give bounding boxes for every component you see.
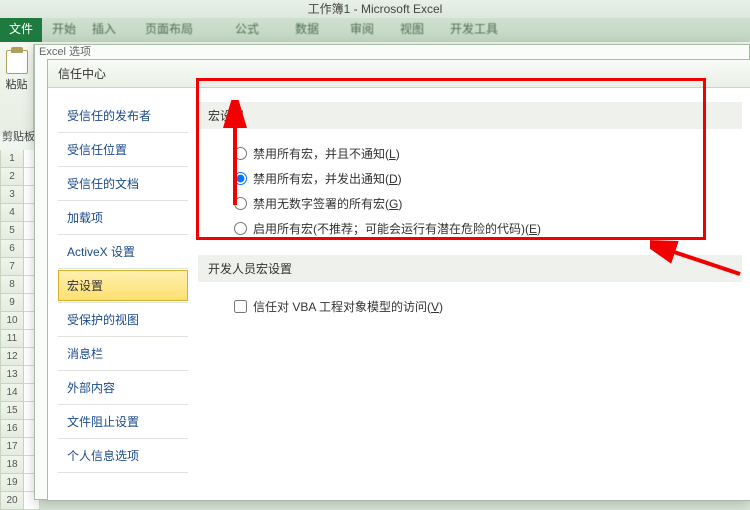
trust-vba-label: 信任对 VBA 工程对象模型的访问(V)	[253, 298, 443, 315]
nav-item-8[interactable]: 外部内容	[58, 372, 188, 403]
macro-settings-header: 宏设置	[198, 102, 742, 129]
ribbon-tab[interactable]: 插入	[92, 20, 116, 40]
ribbon-tab[interactable]: 审阅	[350, 20, 374, 40]
nav-item-7[interactable]: 消息栏	[58, 338, 188, 369]
developer-macro-header: 开发人员宏设置	[198, 255, 742, 282]
ribbon-tab[interactable]: 开始	[52, 20, 76, 40]
nav-item-0[interactable]: 受信任的发布者	[58, 100, 188, 131]
macro-label-2: 禁用无数字签署的所有宏(G)	[253, 195, 402, 212]
ribbon-tab[interactable]: 视图	[400, 20, 424, 40]
nav-item-3[interactable]: 加载项	[58, 202, 188, 233]
nav-item-6[interactable]: 受保护的视图	[58, 304, 188, 335]
ribbon-tab[interactable]: 公式	[235, 20, 259, 40]
trust-center-title: 信任中心	[48, 60, 750, 88]
trust-center-nav: 受信任的发布者受信任位置受信任的文档加载项ActiveX 设置宏设置受保护的视图…	[58, 100, 188, 474]
ribbon-tab[interactable]: 数据	[295, 20, 319, 40]
nav-item-2[interactable]: 受信任的文档	[58, 168, 188, 199]
file-tab[interactable]: 文件	[0, 18, 42, 42]
app-title-bar: 工作簿1 - Microsoft Excel	[0, 0, 750, 18]
nav-item-1[interactable]: 受信任位置	[58, 134, 188, 165]
macro-radio-3[interactable]	[234, 222, 247, 235]
trust-vba-checkbox[interactable]	[234, 300, 247, 313]
excel-options-title: Excel 选项	[39, 43, 91, 59]
row-headers: 1234567891011121314151617181920	[0, 150, 24, 510]
nav-item-4[interactable]: ActiveX 设置	[58, 236, 188, 267]
paste-icon[interactable]	[6, 50, 28, 74]
ribbon-tab[interactable]: 页面布局	[145, 20, 193, 40]
macro-option-3[interactable]: 启用所有宏(不推荐；可能会运行有潜在危险的代码)(E)	[198, 216, 750, 241]
nav-item-10[interactable]: 个人信息选项	[58, 440, 188, 471]
ribbon-tab[interactable]: 开发工具	[450, 20, 498, 40]
macro-label-1: 禁用所有宏，并发出通知(D)	[253, 170, 402, 187]
trust-center-dialog: 信任中心 受信任的发布者受信任位置受信任的文档加载项ActiveX 设置宏设置受…	[47, 59, 750, 501]
macro-radio-1[interactable]	[234, 172, 247, 185]
macro-label-3: 启用所有宏(不推荐；可能会运行有潜在危险的代码)(E)	[253, 220, 541, 237]
macro-option-0[interactable]: 禁用所有宏，并且不通知(L)	[198, 141, 750, 166]
trust-center-content: 宏设置 禁用所有宏，并且不通知(L) 禁用所有宏，并发出通知(D) 禁用无数字签署的…	[198, 96, 750, 500]
clipboard-group: 粘贴	[0, 44, 34, 134]
clipboard-label: 剪贴板	[2, 128, 35, 144]
macro-option-1[interactable]: 禁用所有宏，并发出通知(D)	[198, 166, 750, 191]
macro-option-2[interactable]: 禁用无数字签署的所有宏(G)	[198, 191, 750, 216]
excel-options-dialog: Excel 选项 信任中心 受信任的发布者受信任位置受信任的文档加载项Activ…	[34, 44, 750, 500]
nav-item-9[interactable]: 文件阻止设置	[58, 406, 188, 437]
trust-vba-row[interactable]: 信任对 VBA 工程对象模型的访问(V)	[198, 294, 750, 319]
nav-item-5[interactable]: 宏设置	[58, 270, 188, 301]
macro-radio-0[interactable]	[234, 147, 247, 160]
paste-label: 粘贴	[0, 76, 33, 92]
macro-radio-2[interactable]	[234, 197, 247, 210]
macro-label-0: 禁用所有宏，并且不通知(L)	[253, 145, 400, 162]
